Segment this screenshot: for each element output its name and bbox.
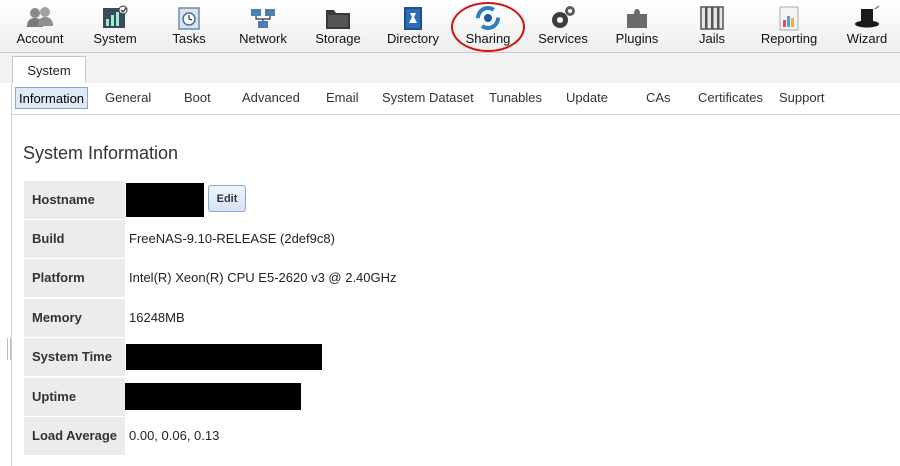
toolbar-label: Storage bbox=[315, 31, 361, 46]
toolbar-reporting[interactable]: Reporting bbox=[756, 0, 822, 52]
subtab-bar: Information General Boot Advanced Email … bbox=[12, 84, 900, 115]
info-value: 0.00, 0.06, 0.13 bbox=[129, 428, 220, 443]
toolbar-system[interactable]: System bbox=[87, 0, 143, 52]
panel-border bbox=[11, 83, 12, 466]
page-title: System Information bbox=[23, 143, 179, 163]
redacted-system-time bbox=[126, 344, 322, 370]
subtab-update[interactable]: Update bbox=[566, 87, 608, 109]
subtab-email[interactable]: Email bbox=[326, 87, 359, 109]
puzzle-icon bbox=[627, 9, 647, 28]
splitter-handle[interactable] bbox=[7, 338, 11, 360]
subtab-information[interactable]: Information bbox=[15, 87, 89, 109]
subtab-tunables[interactable]: Tunables bbox=[489, 87, 542, 109]
info-label: System Time bbox=[24, 338, 125, 376]
info-label: Build bbox=[24, 220, 125, 258]
subtab-system-dataset[interactable]: System Dataset bbox=[382, 87, 474, 109]
subtab-general[interactable]: General bbox=[105, 87, 151, 109]
info-label: Memory bbox=[24, 299, 125, 337]
directory-book-icon bbox=[404, 7, 422, 30]
toolbar-wizard[interactable]: Wizard bbox=[842, 0, 892, 52]
redacted-uptime bbox=[125, 383, 301, 410]
gears-icon bbox=[552, 6, 575, 28]
wizard-hat-icon bbox=[855, 5, 880, 28]
toolbar-label: Services bbox=[538, 31, 588, 46]
subtab-support[interactable]: Support bbox=[779, 87, 825, 109]
toolbar-label: Network bbox=[239, 31, 287, 46]
toolbar-tasks[interactable]: Tasks bbox=[166, 0, 212, 52]
tab-system[interactable]: System bbox=[12, 56, 86, 83]
network-icon bbox=[251, 9, 275, 28]
info-label: Uptime bbox=[24, 378, 125, 416]
toolbar-label: Plugins bbox=[615, 31, 659, 46]
folder-icon bbox=[326, 10, 350, 29]
toolbar-label: Account bbox=[16, 31, 64, 46]
toolbar-label: Jails bbox=[698, 31, 725, 46]
subtab-advanced[interactable]: Advanced bbox=[242, 87, 300, 109]
subtab-certificates[interactable]: Certificates bbox=[698, 87, 763, 109]
edit-hostname-button[interactable]: Edit bbox=[208, 185, 246, 212]
calendar-clock-icon bbox=[178, 7, 200, 30]
users-icon bbox=[27, 7, 53, 27]
toolbar-plugins[interactable]: Plugins bbox=[612, 0, 662, 52]
toolbar-account[interactable]: Account bbox=[10, 0, 70, 52]
toolbar-storage[interactable]: Storage bbox=[311, 0, 365, 52]
toolbar-services[interactable]: Services bbox=[536, 0, 590, 52]
subtab-cas[interactable]: CAs bbox=[646, 87, 671, 109]
report-chart-icon bbox=[779, 6, 799, 31]
main-tabbar bbox=[0, 53, 900, 83]
toolbar-label: Tasks bbox=[172, 31, 206, 46]
info-value: FreeNAS-9.10-RELEASE (2def9c8) bbox=[129, 231, 335, 246]
sharing-icon bbox=[476, 6, 500, 30]
toolbar-label: Reporting bbox=[760, 31, 818, 46]
toolbar-jails[interactable]: Jails bbox=[690, 0, 734, 52]
toolbar-directory[interactable]: Directory bbox=[384, 0, 442, 52]
toolbar-label: Wizard bbox=[846, 31, 888, 46]
subtab-boot[interactable]: Boot bbox=[184, 87, 211, 109]
redacted-hostname bbox=[126, 183, 204, 217]
system-monitor-icon bbox=[103, 5, 128, 28]
jail-bars-icon bbox=[700, 6, 724, 30]
toolbar-label: Directory bbox=[386, 31, 439, 46]
toolbar-network[interactable]: Network bbox=[235, 0, 291, 52]
top-toolbar: Account System Tasks Network Storage Dir… bbox=[0, 0, 900, 53]
toolbar-sharing[interactable]: Sharing bbox=[463, 0, 513, 52]
toolbar-label: System bbox=[93, 31, 137, 46]
info-label: Platform bbox=[24, 259, 125, 297]
info-value: Intel(R) Xeon(R) CPU E5-2620 v3 @ 2.40GH… bbox=[129, 270, 397, 285]
info-label: Hostname bbox=[24, 181, 125, 219]
toolbar-label: Sharing bbox=[465, 31, 511, 46]
info-label: Load Average bbox=[24, 417, 125, 455]
info-value: 16248MB bbox=[129, 310, 185, 325]
